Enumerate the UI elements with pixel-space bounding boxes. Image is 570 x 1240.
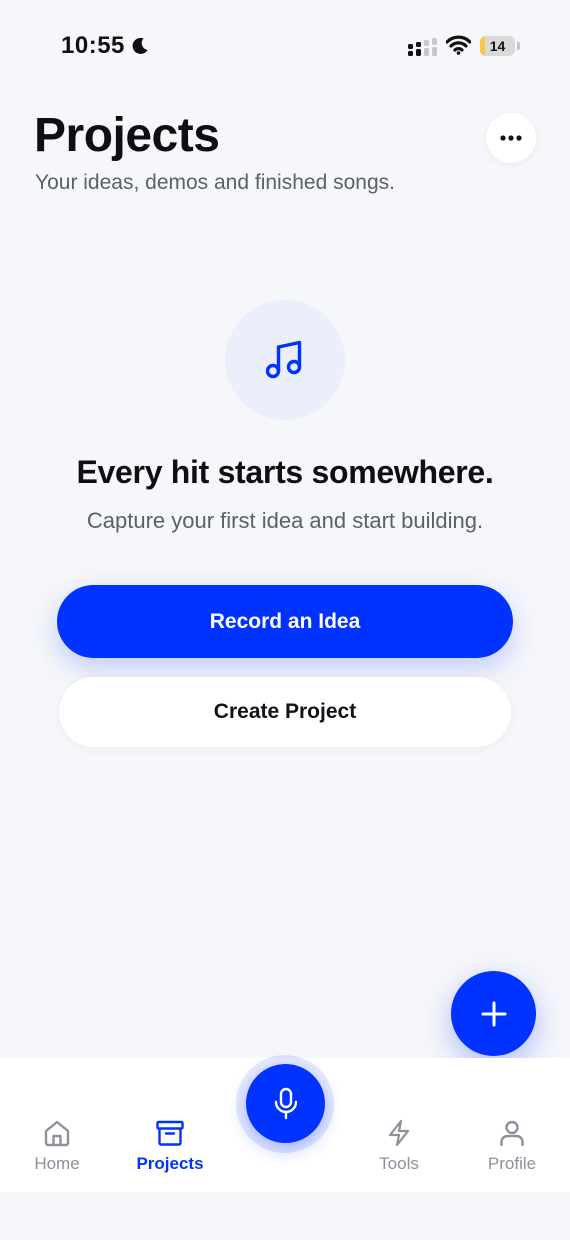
empty-state-subtitle: Capture your first idea and start buildi… xyxy=(86,508,484,533)
home-indicator-area xyxy=(0,1192,570,1240)
record-idea-button[interactable]: Record an Idea xyxy=(57,585,513,658)
nav-label-tools: Tools xyxy=(379,1154,419,1173)
battery-body: 14 xyxy=(480,36,515,56)
more-options-button[interactable] xyxy=(486,113,536,163)
lightning-icon xyxy=(388,1119,410,1147)
battery-level: 14 xyxy=(489,38,506,54)
wifi-icon xyxy=(446,35,471,55)
moon-icon xyxy=(132,37,148,54)
music-note-icon xyxy=(265,340,302,379)
page-title: Projects xyxy=(34,109,220,162)
record-mic-button[interactable] xyxy=(246,1064,325,1143)
status-time: 10:55 xyxy=(61,32,125,59)
nav-item-projects[interactable]: Projects xyxy=(120,1118,220,1180)
projects-screen: 10:55 14 Projects Your ideas, demos and … xyxy=(0,0,570,1240)
nav-label-projects: Projects xyxy=(136,1154,204,1173)
cellular-signal-icon xyxy=(408,38,437,56)
more-horizontal-icon xyxy=(500,135,522,141)
page-subtitle: Your ideas, demos and finished songs. xyxy=(35,171,395,194)
status-bar: 10:55 14 xyxy=(0,0,570,92)
archive-box-icon xyxy=(156,1120,184,1146)
user-icon xyxy=(500,1120,524,1147)
nav-label-home: Home xyxy=(34,1154,80,1173)
add-fab-button[interactable] xyxy=(451,971,536,1056)
nav-item-home[interactable]: Home xyxy=(7,1118,107,1180)
home-icon xyxy=(44,1120,70,1147)
nav-label-profile: Profile xyxy=(487,1154,537,1173)
battery-cap xyxy=(517,42,520,50)
battery-indicator: 14 xyxy=(480,36,520,56)
empty-state-title: Every hit starts somewhere. xyxy=(76,454,494,490)
empty-state-icon-circle xyxy=(225,300,345,420)
nav-item-tools[interactable]: Tools xyxy=(349,1118,449,1180)
microphone-icon xyxy=(274,1087,297,1119)
nav-item-profile[interactable]: Profile xyxy=(462,1118,562,1180)
create-project-button[interactable]: Create Project xyxy=(59,677,511,747)
plus-icon xyxy=(481,1001,506,1026)
